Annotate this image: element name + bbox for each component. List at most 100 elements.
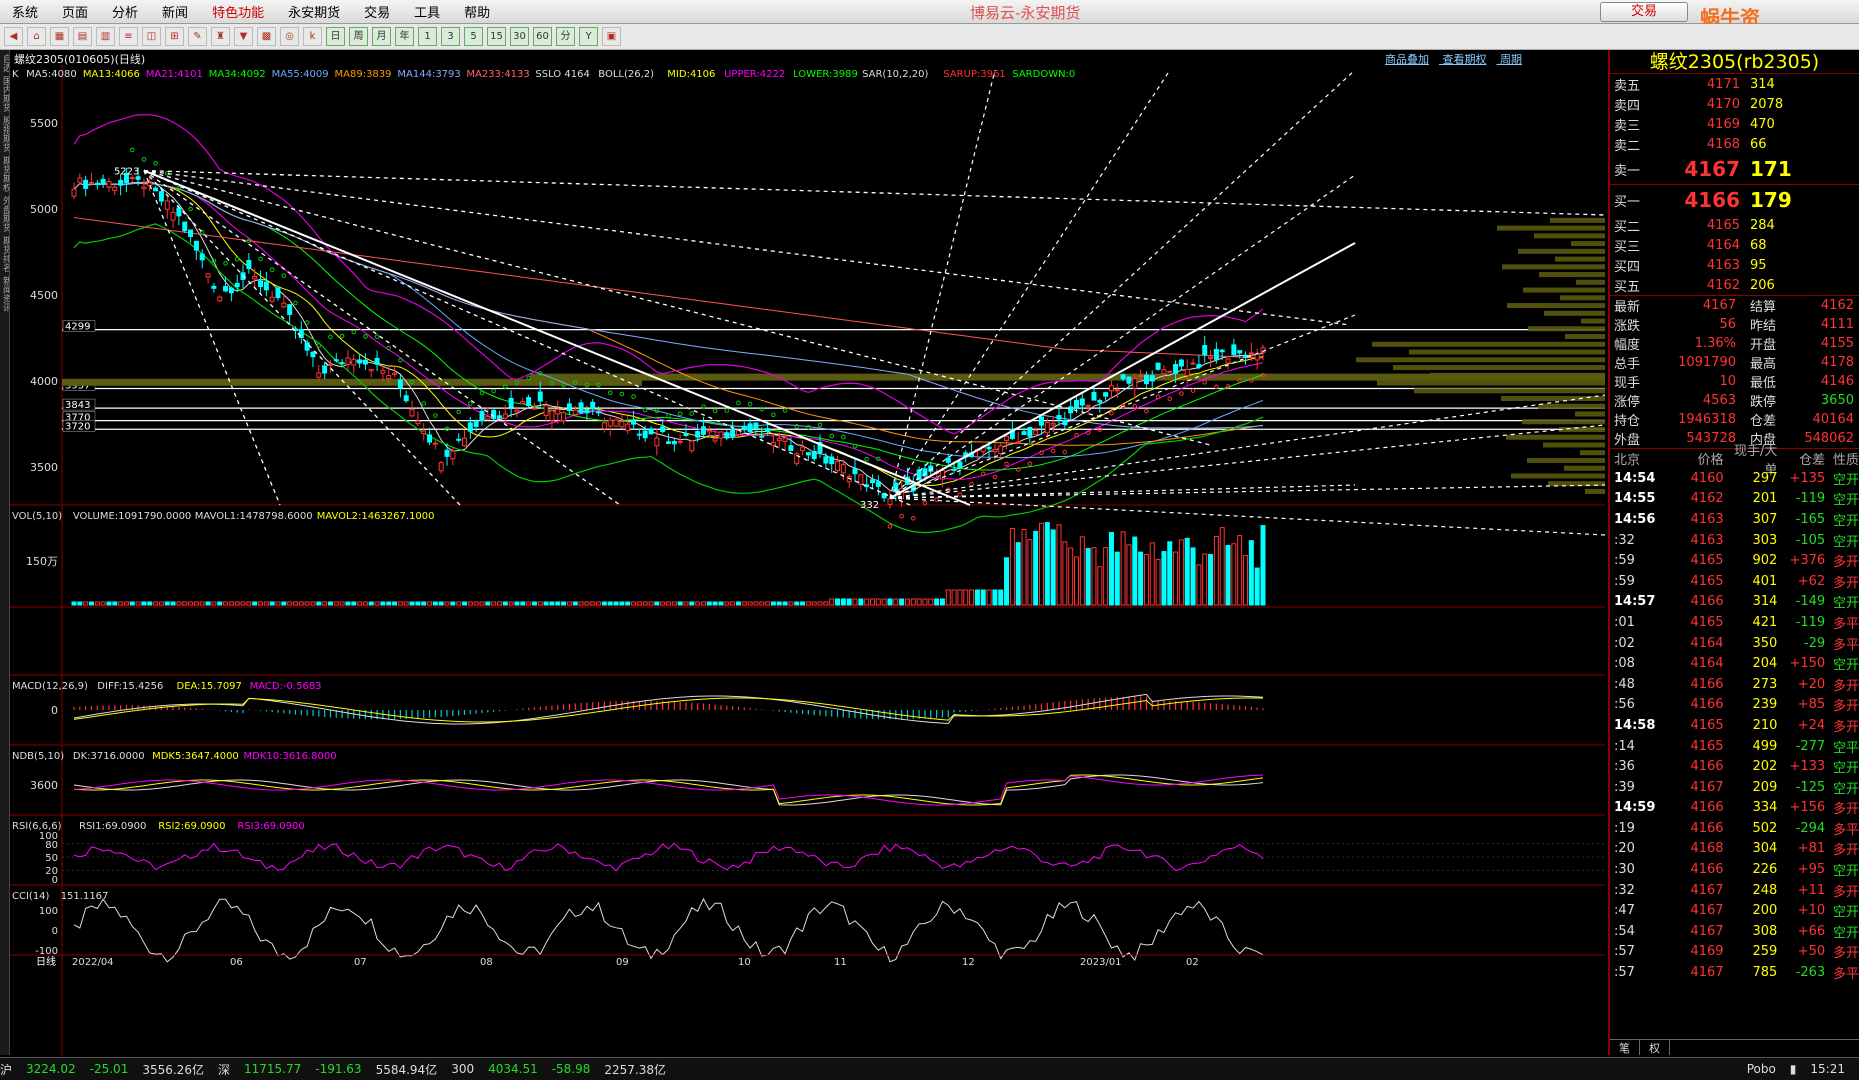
tick-row[interactable]: :47 4167 200 +10 空开 [1610,900,1859,921]
menu-help[interactable]: 帮助 [452,2,502,21]
tick-row[interactable]: :19 4166 502 -294 多平 [1610,818,1859,839]
tick-row[interactable]: :54 4167 308 +66 空开 [1610,921,1859,942]
period-1min[interactable]: 1 [418,27,437,46]
tick-row[interactable]: :14 4165 499 -277 空平 [1610,736,1859,757]
candle-body [986,446,992,450]
tick-row[interactable]: :32 4167 248 +11 多开 [1610,880,1859,901]
trophy-icon[interactable]: ♜ [211,27,230,46]
candle-body [112,186,118,191]
menu-broker[interactable]: 永安期货 [276,2,352,21]
bid-row[interactable]: 买三 4164 68 [1610,235,1859,255]
fan-line [143,169,1605,216]
kline-chart[interactable]: K MA5:4080 MA13:4066 MA21:4101 MA34:4092 MA55… [10,65,1605,1057]
quote-icon[interactable]: ▥ [96,27,115,46]
grid-icon[interactable]: ▩ [257,27,276,46]
sar-dot [129,147,135,153]
list-icon[interactable]: ≡ [119,27,138,46]
ask-row[interactable]: 卖二 4168 66 [1610,134,1859,154]
tick-row[interactable]: :20 4168 304 +81 多开 [1610,839,1859,860]
tick-row[interactable]: :01 4165 421 -119 多平 [1610,612,1859,633]
tick-row[interactable]: 14:57 4166 314 -149 空开 [1610,592,1859,613]
period-30min[interactable]: 30 [510,27,529,46]
bid-row[interactable]: 买一 4166 179 [1610,185,1859,215]
tick-row[interactable]: 14:58 4165 210 +24 多开 [1610,715,1859,736]
back-icon[interactable]: ◀ [4,27,23,46]
candle-body [992,448,998,452]
volume-bar [386,601,392,606]
analysis-icon[interactable]: ✎ [188,27,207,46]
period-year[interactable]: 年 [395,27,414,46]
ask-row[interactable]: 卖五 4171 314 [1610,74,1859,94]
tick-row[interactable]: :48 4166 273 +20 多开 [1610,674,1859,695]
trade-button[interactable]: 交易 [1600,2,1688,22]
tick-row[interactable]: :39 4167 209 -125 空开 [1610,777,1859,798]
tick-row[interactable]: :56 4166 239 +85 多开 [1610,695,1859,716]
tick-nature: 多开 [1833,884,1859,900]
candle-body [374,357,380,365]
side-nav-item[interactable]: 期货期权 [0,156,9,192]
side-nav-item[interactable]: 外盘期货 [0,196,9,232]
tick-row[interactable]: :36 4166 202 +133 空开 [1610,756,1859,777]
chart-icon[interactable]: ◫ [142,27,161,46]
tick-row[interactable]: :57 4167 785 -263 多平 [1610,962,1859,983]
menu-system[interactable]: 系统 [0,2,50,21]
tick-list[interactable]: 14:54 4160 297 +135 空开 14:55 4162 201 -119 空开 14:5… [1610,468,1859,983]
candle-body [339,362,345,365]
tick-row[interactable]: :08 4164 204 +150 空开 [1610,653,1859,674]
period-60min[interactable]: 60 [533,27,552,46]
filter-icon[interactable]: ▼ [234,27,253,46]
period-day[interactable]: 日 [326,27,345,46]
option-icon[interactable]: ◎ [280,27,299,46]
volume-bar [520,601,526,606]
period-month[interactable]: 月 [372,27,391,46]
volume-bar [1085,548,1091,606]
period-5min[interactable]: 5 [464,27,483,46]
side-nav-item[interactable]: 新闻资讯 [0,276,9,312]
calendar-icon[interactable]: ▣ [602,27,621,46]
period-y[interactable]: Y [579,27,598,46]
news-icon[interactable]: ▤ [73,27,92,46]
tick-row[interactable]: :57 4169 259 +50 多开 [1610,942,1859,963]
ask-row[interactable]: 卖四 4170 2078 [1610,94,1859,114]
stock-icon[interactable]: ▦ [50,27,69,46]
volume-bar [135,601,141,606]
tick-row[interactable]: :59 4165 902 +376 多开 [1610,550,1859,571]
tick-nature: 空开 [1833,658,1859,674]
tick-row[interactable]: 14:55 4162 201 -119 空开 [1610,489,1859,510]
period-15min[interactable]: 15 [487,27,506,46]
candle-body [170,212,176,221]
bid-row[interactable]: 买二 4165 284 [1610,215,1859,235]
tick-price: 4166 [1690,759,1724,775]
side-nav-item[interactable]: 股指期货 [0,116,9,152]
kline-icon[interactable]: ⊞ [165,27,184,46]
period-min[interactable]: 分 [556,27,575,46]
menu-trade[interactable]: 交易 [352,2,402,21]
candle-body [158,191,164,202]
side-nav-item[interactable]: 国内期货 [0,76,9,112]
menu-page[interactable]: 页面 [50,2,100,21]
home-icon[interactable]: ⌂ [27,27,46,46]
menu-news[interactable]: 新闻 [150,2,200,21]
tab-options[interactable]: 权 [1640,1040,1670,1055]
tick-row[interactable]: :59 4165 401 +62 多开 [1610,571,1859,592]
tick-row[interactable]: :30 4166 226 +95 空开 [1610,859,1859,880]
side-nav-item[interactable]: 期货排名 [0,236,9,272]
ask-row[interactable]: 卖三 4169 470 [1610,114,1859,134]
period-3min[interactable]: 3 [441,27,460,46]
period-week[interactable]: 周 [349,27,368,46]
tick-row[interactable]: :02 4164 350 -29 多平 [1610,633,1859,654]
candle-body [83,179,89,189]
bid-row[interactable]: 买五 4162 206 [1610,275,1859,295]
menu-features[interactable]: 特色功能 [200,2,276,21]
tick-row[interactable]: :32 4163 303 -105 空开 [1610,530,1859,551]
side-nav-item[interactable]: 自选 [0,54,9,72]
menu-tools[interactable]: 工具 [402,2,452,21]
tick-row[interactable]: 14:54 4160 297 +135 空开 [1610,468,1859,489]
tick-row[interactable]: 14:59 4166 334 +156 多开 [1610,798,1859,819]
menu-analysis[interactable]: 分析 [100,2,150,21]
bid-row[interactable]: 买四 4163 95 [1610,255,1859,275]
tick-row[interactable]: 14:56 4163 307 -165 空开 [1610,509,1859,530]
tab-ticks[interactable]: 笔 [1610,1040,1640,1055]
kk-icon[interactable]: k [303,27,322,46]
ask-row[interactable]: 卖一 4167 171 [1610,154,1859,184]
